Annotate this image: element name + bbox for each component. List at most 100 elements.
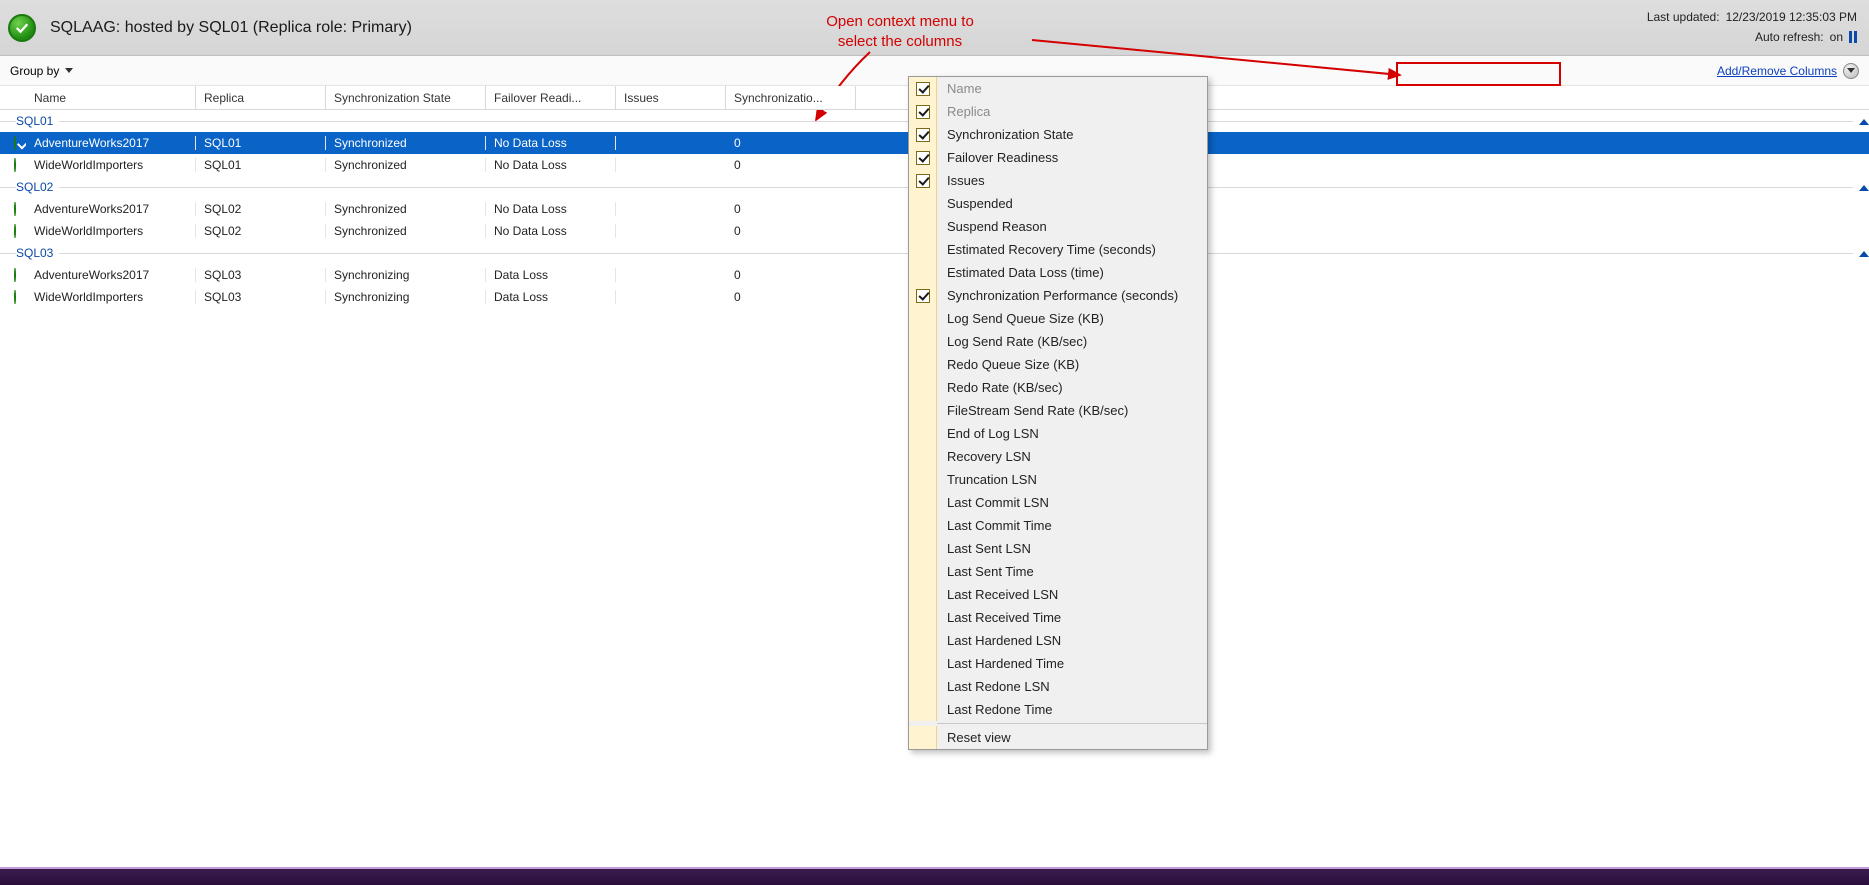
- menu-item-label: Suspended: [937, 196, 1013, 211]
- columns-context-menu[interactable]: NameReplicaSynchronization StateFailover…: [908, 76, 1208, 750]
- check-column: [909, 606, 937, 629]
- cell-sync: Synchronized: [326, 158, 486, 172]
- context-menu-item[interactable]: Estimated Recovery Time (seconds): [909, 238, 1207, 261]
- add-remove-columns-link[interactable]: Add/Remove Columns: [1717, 63, 1859, 79]
- check-column: [909, 307, 937, 330]
- check-column: [909, 629, 937, 652]
- menu-item-label: FileStream Send Rate (KB/sec): [937, 403, 1128, 418]
- pause-icon[interactable]: [1849, 31, 1857, 43]
- check-column: [909, 261, 937, 284]
- status-ok-icon: [14, 268, 16, 282]
- context-menu-item[interactable]: Last Received Time: [909, 606, 1207, 629]
- check-column: [909, 77, 937, 100]
- check-column: [909, 468, 937, 491]
- context-menu-item[interactable]: Estimated Data Loss (time): [909, 261, 1207, 284]
- cell-failover: No Data Loss: [486, 224, 616, 238]
- context-menu-item[interactable]: Synchronization Performance (seconds): [909, 284, 1207, 307]
- context-menu-item[interactable]: Last Redone Time: [909, 698, 1207, 721]
- check-column: [909, 100, 937, 123]
- page-title: SQLAAG: hosted by SQL01 (Replica role: P…: [50, 19, 412, 37]
- context-menu-item[interactable]: End of Log LSN: [909, 422, 1207, 445]
- context-menu-item[interactable]: Last Redone LSN: [909, 675, 1207, 698]
- collapse-icon[interactable]: [1853, 246, 1869, 260]
- groupby-dropdown[interactable]: Group by: [10, 64, 73, 78]
- menu-item-label: Last Sent Time: [937, 564, 1034, 579]
- context-menu-item[interactable]: Last Received LSN: [909, 583, 1207, 606]
- collapse-icon[interactable]: [1853, 114, 1869, 128]
- col-replica[interactable]: Replica: [196, 86, 326, 109]
- check-column: [909, 123, 937, 146]
- menu-item-label: Last Received Time: [937, 610, 1061, 625]
- check-column: [909, 192, 937, 215]
- col-sync-state[interactable]: Synchronization State: [326, 86, 486, 109]
- context-menu-item[interactable]: Log Send Queue Size (KB): [909, 307, 1207, 330]
- context-menu-item[interactable]: Failover Readiness: [909, 146, 1207, 169]
- last-updated-label: Last updated:: [1647, 8, 1720, 27]
- cell-perf: 0: [726, 224, 856, 238]
- groupby-label: Group by: [10, 64, 59, 78]
- header-status: Last updated: 12/23/2019 12:35:03 PM Aut…: [1647, 8, 1857, 46]
- check-column: [909, 376, 937, 399]
- context-menu-item[interactable]: Suspended: [909, 192, 1207, 215]
- context-menu-item[interactable]: Redo Queue Size (KB): [909, 353, 1207, 376]
- cell-failover: No Data Loss: [486, 136, 616, 150]
- context-menu-item[interactable]: Redo Rate (KB/sec): [909, 376, 1207, 399]
- cell-sync: Synchronized: [326, 202, 486, 216]
- cell-perf: 0: [726, 268, 856, 282]
- menu-item-label: Replica: [937, 104, 990, 119]
- checkbox-icon: [916, 82, 930, 96]
- context-menu-item[interactable]: Issues: [909, 169, 1207, 192]
- menu-item-label: Reset view: [937, 730, 1011, 745]
- menu-item-label: Failover Readiness: [937, 150, 1058, 165]
- check-column: [909, 284, 937, 307]
- cell-replica: SQL01: [196, 158, 326, 172]
- check-column: [909, 238, 937, 261]
- checkbox-icon: [916, 128, 930, 142]
- col-icon: [0, 86, 26, 109]
- context-menu-item[interactable]: Last Sent LSN: [909, 537, 1207, 560]
- menu-separator: [937, 723, 1207, 724]
- last-updated-value: 12/23/2019 12:35:03 PM: [1726, 8, 1857, 27]
- context-menu-item[interactable]: Last Commit LSN: [909, 491, 1207, 514]
- context-menu-item[interactable]: Last Hardened Time: [909, 652, 1207, 675]
- check-column: [909, 169, 937, 192]
- menu-item-label: Log Send Rate (KB/sec): [937, 334, 1087, 349]
- dashboard-header: SQLAAG: hosted by SQL01 (Replica role: P…: [0, 0, 1869, 56]
- menu-item-label: Synchronization Performance (seconds): [937, 288, 1178, 303]
- context-menu-item[interactable]: Last Commit Time: [909, 514, 1207, 537]
- context-menu-item[interactable]: Last Sent Time: [909, 560, 1207, 583]
- menu-item-label: Last Hardened LSN: [937, 633, 1061, 648]
- check-column: [909, 491, 937, 514]
- status-bar: [0, 867, 1869, 885]
- cell-perf: 0: [726, 136, 856, 150]
- check-column: [909, 146, 937, 169]
- context-menu-item[interactable]: Log Send Rate (KB/sec): [909, 330, 1207, 353]
- check-column: [909, 353, 937, 376]
- menu-item-label: Redo Queue Size (KB): [937, 357, 1079, 372]
- menu-item-label: Last Received LSN: [937, 587, 1058, 602]
- cell-perf: 0: [726, 290, 856, 304]
- context-menu-reset[interactable]: Reset view: [909, 726, 1207, 749]
- cell-perf: 0: [726, 202, 856, 216]
- menu-item-label: Last Commit Time: [937, 518, 1052, 533]
- context-menu-item[interactable]: Truncation LSN: [909, 468, 1207, 491]
- cell-replica: SQL02: [196, 224, 326, 238]
- cell-name: AdventureWorks2017: [26, 268, 196, 282]
- cell-sync: Synchronized: [326, 224, 486, 238]
- auto-refresh-value: on: [1830, 28, 1843, 47]
- cell-replica: SQL02: [196, 202, 326, 216]
- context-menu-item[interactable]: FileStream Send Rate (KB/sec): [909, 399, 1207, 422]
- menu-item-label: Suspend Reason: [937, 219, 1047, 234]
- check-column: [909, 215, 937, 238]
- col-issues[interactable]: Issues: [616, 86, 726, 109]
- context-menu-item[interactable]: Synchronization State: [909, 123, 1207, 146]
- dropdown-icon: [1843, 63, 1859, 79]
- context-menu-item[interactable]: Last Hardened LSN: [909, 629, 1207, 652]
- context-menu-item[interactable]: Recovery LSN: [909, 445, 1207, 468]
- collapse-icon[interactable]: [1853, 180, 1869, 194]
- col-sync-perf[interactable]: Synchronizatio...: [726, 86, 856, 109]
- col-failover[interactable]: Failover Readi...: [486, 86, 616, 109]
- context-menu-item[interactable]: Suspend Reason: [909, 215, 1207, 238]
- cell-sync: Synchronizing: [326, 268, 486, 282]
- col-name[interactable]: Name: [26, 86, 196, 109]
